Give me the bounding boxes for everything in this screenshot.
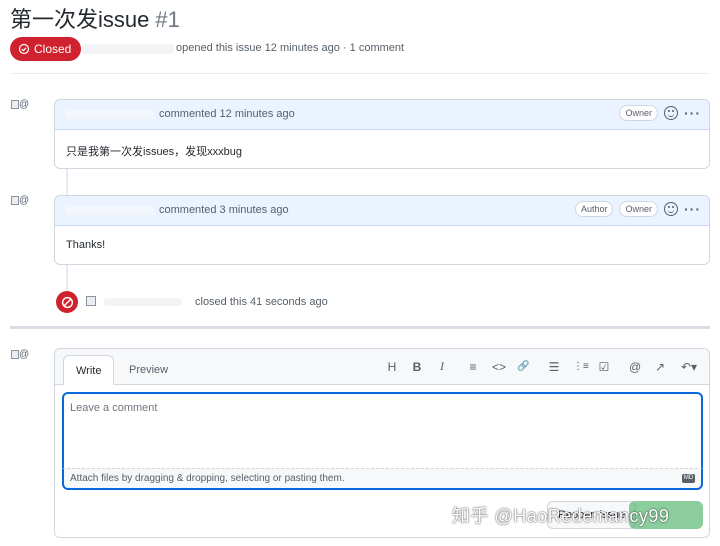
link-icon[interactable]: 🔗 <box>517 361 529 372</box>
timeline-line <box>66 169 68 195</box>
bold-icon[interactable]: B <box>411 360 423 374</box>
event-actor-redacted <box>104 298 182 306</box>
owner-badge: Owner <box>619 105 658 121</box>
attach-hint: Attach files by dragging & dropping, sel… <box>70 473 345 484</box>
comment-2: commented 3 minutes ago Author Owner ···… <box>54 195 710 265</box>
watermark: 知乎 @HaoRedemancy99 <box>452 506 670 526</box>
commenter-redacted <box>65 206 155 215</box>
attach-files-bar[interactable]: Attach files by dragging & dropping, sel… <box>62 468 703 490</box>
reply-icon[interactable]: ↶▾ <box>679 360 699 374</box>
avatar[interactable]: @ <box>11 349 35 371</box>
closed-state-badge: Closed <box>10 37 82 61</box>
issue-title: 第一次发issue #1 <box>10 2 180 34</box>
comment-textarea[interactable]: Leave a comment <box>62 392 703 468</box>
smiley-icon[interactable] <box>664 106 678 120</box>
tab-write[interactable]: Write <box>63 355 115 385</box>
avatar-alt: @ <box>19 195 30 206</box>
closed-circle-slash-icon <box>61 296 73 308</box>
closed-event-badge <box>56 291 78 313</box>
owner-badge: Owner <box>619 201 658 217</box>
reference-icon[interactable]: ↗ <box>654 360 666 374</box>
event-avatar[interactable] <box>86 296 96 306</box>
commenter-redacted <box>65 110 155 119</box>
italic-icon[interactable]: I <box>436 359 448 374</box>
author-badge: Author <box>574 201 614 217</box>
avatar-alt: @ <box>19 99 30 110</box>
author-name-redacted <box>82 44 174 54</box>
broken-image-icon <box>11 99 19 109</box>
comment-body: 只是我第一次发issues，发现xxxbug <box>66 146 243 158</box>
closed-event-text: closed this 41 seconds ago <box>195 296 328 308</box>
comment-header: commented 12 minutes ago Owner ··· <box>55 100 709 130</box>
issue-title-text: 第一次发issue <box>10 7 150 32</box>
state-label: Closed <box>34 42 72 56</box>
issue-number: #1 <box>155 7 180 32</box>
mention-icon[interactable]: @ <box>629 360 641 374</box>
avatar[interactable]: @ <box>11 99 35 121</box>
broken-image-icon <box>11 349 19 359</box>
quote-icon[interactable]: ≡ <box>467 360 479 374</box>
more-options-icon[interactable]: ··· <box>684 202 701 216</box>
markdown-icon[interactable]: MD <box>682 474 695 483</box>
issue-meta: opened this issue 12 minutes ago · 1 com… <box>176 42 405 54</box>
broken-image-icon <box>11 195 19 205</box>
more-options-icon[interactable]: ··· <box>684 106 701 120</box>
comment-1: commented 12 minutes ago Owner ··· 只是我第一… <box>54 99 710 169</box>
numbered-list-icon[interactable]: ⋮≡ <box>573 361 589 372</box>
smiley-icon[interactable] <box>664 202 678 216</box>
comment-header: commented 3 minutes ago Author Owner ··· <box>55 196 709 226</box>
timeline-line <box>66 265 68 291</box>
timeline-divider <box>10 326 710 329</box>
bullet-list-icon[interactable]: ☰ <box>548 360 560 374</box>
comment-time[interactable]: commented 3 minutes ago <box>159 204 289 216</box>
heading-icon[interactable]: H <box>386 360 398 374</box>
editor-toolbar: Write Preview H B I ≡ <> 🔗 ☰ ⋮≡ ☑ @ ↗ ↶▾ <box>55 349 709 385</box>
header-divider <box>10 73 710 74</box>
issue-closed-icon <box>18 43 30 55</box>
task-list-icon[interactable]: ☑ <box>598 360 610 374</box>
avatar-alt: @ <box>19 349 30 360</box>
tab-preview[interactable]: Preview <box>117 355 180 385</box>
avatar[interactable]: @ <box>11 195 35 217</box>
comment-body: Thanks! <box>66 239 106 251</box>
comment-time[interactable]: commented 12 minutes ago <box>159 108 295 120</box>
code-icon[interactable]: <> <box>492 360 506 374</box>
